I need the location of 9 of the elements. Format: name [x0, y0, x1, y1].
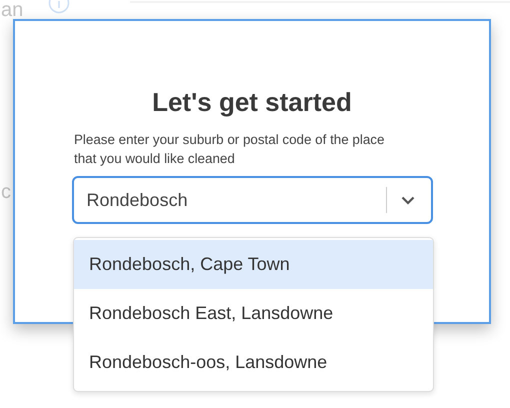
prompt-text: Please enter your suburb or postal code of the place that you would like cleaned	[74, 131, 386, 168]
suggestion-item[interactable]: Rondebosch-oos, Lansdowne	[74, 338, 433, 387]
heading-fragment: an	[1, 0, 24, 20]
chevron-down-icon[interactable]	[400, 196, 414, 205]
suggestion-item[interactable]: Rondebosch, Cape Town	[74, 240, 433, 289]
dialog-title: Let's get started	[152, 87, 352, 118]
label-fragment: c	[1, 182, 11, 202]
suggestion-item[interactable]: Rondebosch East, Lansdowne	[74, 289, 433, 338]
suburb-search-field[interactable]: Rondebosch	[72, 176, 432, 224]
